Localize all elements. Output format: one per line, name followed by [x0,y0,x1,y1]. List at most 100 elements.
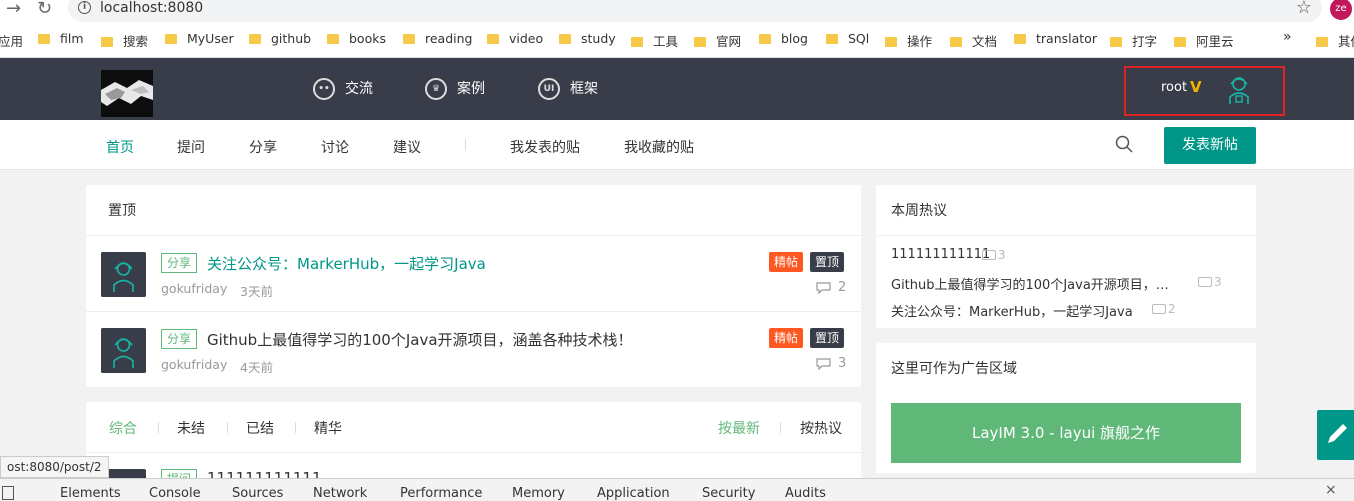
post-list-panel: 综合 未结 已结 精华 按最新 按热议 提问 111111111111 [86,402,861,482]
vip-icon: V [1190,78,1202,96]
user-name[interactable]: root [1161,80,1187,95]
new-post-button[interactable]: 发表新帖 [1164,127,1256,164]
post-category-tag[interactable]: 分享 [161,253,198,273]
subnav-suggestions[interactable]: 建议 [393,137,421,157]
sub-navigation: 首页 提问 分享 讨论 建议 我发表的贴 我收藏的贴 发表新帖 [0,120,1354,170]
sort-newest[interactable]: 按最新 [718,418,760,438]
bookmark-item[interactable]: 打字 [1110,31,1157,51]
hot-post-link[interactable]: 关注公众号：MarkerHub，一起学习Java [891,301,1133,320]
comment-icon [1152,304,1166,314]
header-nav-cases[interactable]: ♛ 案例 [425,78,485,100]
featured-badge: 精帖 [769,252,804,272]
bookmark-star-icon[interactable]: ☆ [1296,0,1312,18]
close-icon[interactable]: × [1325,482,1337,498]
user-avatar-icon[interactable] [1226,75,1252,105]
subnav-shares[interactable]: 分享 [249,137,277,157]
bookmark-item[interactable]: 阿里云 [1174,31,1234,51]
bookmark-item[interactable]: github [249,31,311,51]
bookmark-apps[interactable]: 应用 [0,31,23,51]
hot-post-link[interactable]: Github上最值得学习的100个Java开源项目，… [891,274,1169,293]
bookmark-item[interactable]: film [38,31,84,51]
filter-open[interactable]: 未结 [177,418,205,438]
address-text: localhost:8080 [100,0,204,16]
folder-icon [826,34,838,44]
bookmark-item[interactable]: translator [1014,31,1097,51]
bookmark-item[interactable]: 文档 [950,31,997,51]
header-nav-exchange[interactable]: •• 交流 [313,78,373,100]
folder-icon [403,34,415,44]
profile-avatar[interactable]: ze [1330,0,1352,20]
bookmark-item[interactable]: 工具 [631,31,678,51]
hot-post-count: 2 [1152,302,1176,316]
forward-arrow-icon[interactable]: → [6,0,21,19]
device-toolbar-icon[interactable] [2,486,14,500]
post-title-link[interactable]: Github上最值得学习的100个Java开源项目，涵盖各种技术栈！ [207,329,633,350]
bookmark-item[interactable]: 官网 [694,31,741,51]
bookmark-item[interactable]: blog [759,31,808,51]
folder-icon [1316,37,1328,47]
post-author[interactable]: gokufriday [161,357,227,372]
bookmark-item[interactable]: MyUser [165,31,234,51]
comment-icon [982,250,996,260]
bookmark-item[interactable]: video [487,31,543,51]
post-author[interactable]: gokufriday [161,281,227,296]
filter-divider [227,422,228,433]
crown-icon: ♛ [425,78,447,100]
divider [876,235,1256,236]
ad-banner-link[interactable]: LayIM 3.0 - layui 旗舰之作 [891,403,1241,463]
sort-hottest[interactable]: 按热议 [800,418,842,438]
reply-count: 2 [838,280,847,295]
post-time: 3天前 [240,284,273,299]
post-row: 分享 关注公众号：MarkerHub，一起学习Java gokufriday 3… [86,236,861,312]
reload-icon[interactable]: ↻ [37,0,52,19]
folder-icon [1110,37,1122,47]
info-icon[interactable]: i [78,1,91,14]
folder-icon [487,34,499,44]
bookmark-item[interactable]: reading [403,31,472,51]
pinned-posts-panel: 置顶 分享 关注公众号：MarkerHub，一起学习Java gokufrida… [86,185,861,387]
subnav-home[interactable]: 首页 [106,137,134,157]
post-title-link[interactable]: 关注公众号：MarkerHub，一起学习Java [207,253,486,274]
pencil-icon [1328,424,1347,443]
subnav-my-posts[interactable]: 我发表的贴 [510,137,580,157]
folder-icon [885,37,897,47]
header-nav-frameworks[interactable]: UI 框架 [538,78,598,100]
folder-icon [694,37,706,47]
folder-icon [631,37,643,47]
bookmark-item[interactable]: study [559,31,616,51]
folder-icon [1014,34,1026,44]
hot-post-count: 3 [1198,275,1222,289]
hot-post-link[interactable]: 111111111111 [891,247,990,262]
comment-icon [816,282,831,294]
subnav-discussions[interactable]: 讨论 [321,137,349,157]
bookmarks-bar: 应用 film 搜索 MyUser github books reading v… [0,29,1354,51]
folder-icon [38,34,50,44]
bookmark-item[interactable]: books [327,31,386,51]
subnav-my-favorites[interactable]: 我收藏的贴 [624,137,694,157]
subnav-divider [465,139,466,151]
bookmark-item[interactable]: SQl [826,31,869,51]
ui-icon: UI [538,78,560,100]
search-icon[interactable] [1115,135,1133,153]
pinned-badge: 置顶 [810,328,845,348]
post-category-tag[interactable]: 分享 [161,329,198,349]
filter-featured[interactable]: 精华 [314,418,342,438]
comment-icon [816,358,831,370]
filter-closed[interactable]: 已结 [246,418,274,438]
bookmark-item[interactable]: 操作 [885,31,932,51]
folder-icon [759,34,771,44]
author-avatar[interactable] [101,328,146,373]
folder-icon [101,37,113,47]
hot-post-count: 3 [982,248,1006,262]
bookmarks-more[interactable]: » [1283,29,1292,49]
panel-title: 置顶 [108,203,136,219]
bookmark-other[interactable]: 其他 [1316,31,1354,51]
address-bar[interactable]: i localhost:8080 [68,0,1322,22]
filter-all[interactable]: 综合 [109,418,137,438]
author-avatar[interactable] [101,252,146,297]
edit-floating-button[interactable] [1317,410,1354,460]
subnav-questions[interactable]: 提问 [177,137,205,157]
bookmark-item[interactable]: 搜索 [101,31,148,51]
reply-count: 3 [838,356,847,371]
site-logo[interactable] [101,70,153,117]
